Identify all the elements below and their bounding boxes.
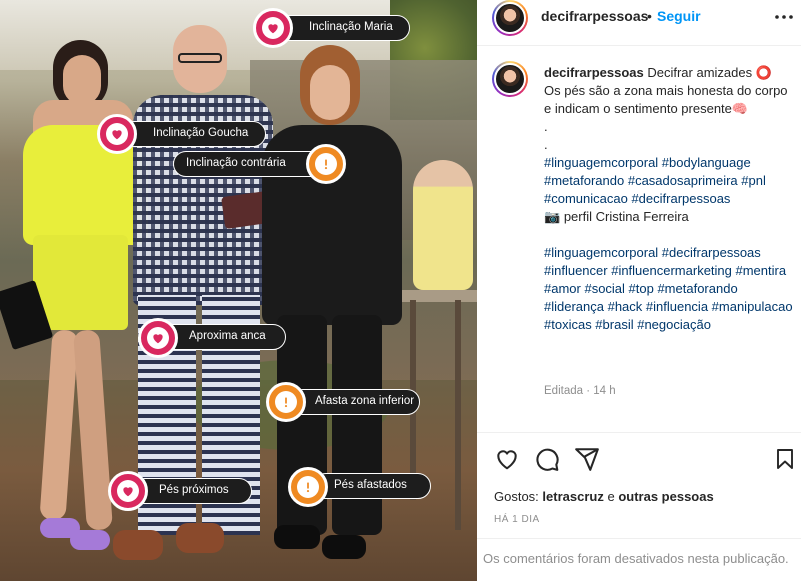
tag-pes-proximos[interactable]: Pés próximos (132, 478, 252, 504)
header-divider (477, 45, 801, 46)
tag-label: Pés próximos (159, 484, 229, 496)
alert-marker (306, 144, 346, 184)
tag-pes-afastados[interactable]: Pés afastados (313, 473, 431, 499)
heart-icon (262, 17, 284, 39)
caption-credit: perfil Cristina Ferreira (563, 209, 689, 224)
tag-inclinacao-goucha[interactable]: Inclinação Goucha (122, 121, 266, 147)
likes-others-link[interactable]: outras pessoas (618, 489, 713, 504)
heart-icon[interactable] (494, 446, 520, 472)
profile-avatar[interactable] (492, 0, 528, 36)
table-furniture (395, 290, 477, 302)
heart-icon (106, 123, 128, 145)
post-photo[interactable]: Inclinação Maria Inclinação Goucha Incli… (0, 0, 477, 581)
camera-icon: 📷 (544, 209, 561, 224)
caption-avatar[interactable] (492, 61, 528, 97)
heart-marker (97, 114, 137, 154)
caption-hashtags[interactable]: #linguagemcorporal #bodylanguage #metafo… (544, 154, 794, 208)
comment-icon[interactable] (534, 446, 560, 472)
actions-divider (477, 432, 801, 433)
post-panel: decifrarpessoas • Seguir decifrarpessoas… (477, 0, 801, 581)
header-username[interactable]: decifrarpessoas (541, 8, 648, 24)
edited-timestamp: Editada · 14 h (544, 385, 616, 397)
tag-label: Pés afastados (334, 479, 407, 491)
tag-label: Afasta zona inferior (315, 395, 415, 407)
caption-username[interactable]: decifrarpessoas (544, 65, 644, 80)
tag-label: Aproxima anca (189, 330, 266, 342)
likes-user-link[interactable]: letrascruz (542, 489, 603, 504)
heart-marker (253, 8, 293, 48)
likes-summary: Gostos: letrascruz e outras pessoas (494, 489, 714, 504)
tag-inclinacao-maria[interactable]: Inclinação Maria (278, 15, 410, 41)
caption-title: Decifrar amizades (647, 65, 753, 80)
caption-body-emoji: 🧠 (731, 101, 749, 116)
alert-marker (288, 467, 328, 507)
heart-icon (147, 327, 169, 349)
comments-divider (477, 538, 801, 539)
heart-marker (108, 471, 148, 511)
tag-label: Inclinação Goucha (153, 127, 249, 139)
alert-marker (266, 382, 306, 422)
tag-afasta-zona-inferior[interactable]: Afasta zona inferior (290, 389, 420, 415)
likes-prefix: Gostos: (494, 489, 539, 504)
comments-disabled-notice: Os comentários foram desativados nesta p… (483, 551, 789, 566)
alert-icon (297, 476, 319, 498)
likes-conjunction: e (607, 489, 615, 504)
post-time-ago[interactable]: HÁ 1 DIA (494, 514, 540, 525)
girl-background (413, 160, 473, 290)
share-icon[interactable] (574, 446, 600, 472)
heart-marker (138, 318, 178, 358)
caption-body: Os pés são a zona mais honesta do corpo … (544, 83, 792, 116)
tag-label: Inclinação Maria (309, 21, 393, 33)
post-caption: decifrarpessoas Decifrar amizades ⭕ Os p… (544, 64, 794, 334)
bookmark-icon[interactable] (773, 446, 799, 472)
caption-hashtags[interactable]: #linguagemcorporal #decifrarpessoas #inf… (544, 244, 794, 334)
header-separator: • (647, 8, 652, 24)
action-bar (477, 440, 801, 480)
table-furniture (455, 300, 461, 530)
tag-label: Inclinação contrária (186, 157, 286, 169)
alert-icon (275, 391, 297, 413)
alert-icon (315, 153, 337, 175)
caption-dots: . . (544, 119, 548, 152)
more-options-icon[interactable] (774, 10, 794, 22)
caption-title-emoji: ⭕ (755, 65, 772, 80)
follow-button[interactable]: Seguir (657, 8, 701, 24)
heart-icon (117, 480, 139, 502)
